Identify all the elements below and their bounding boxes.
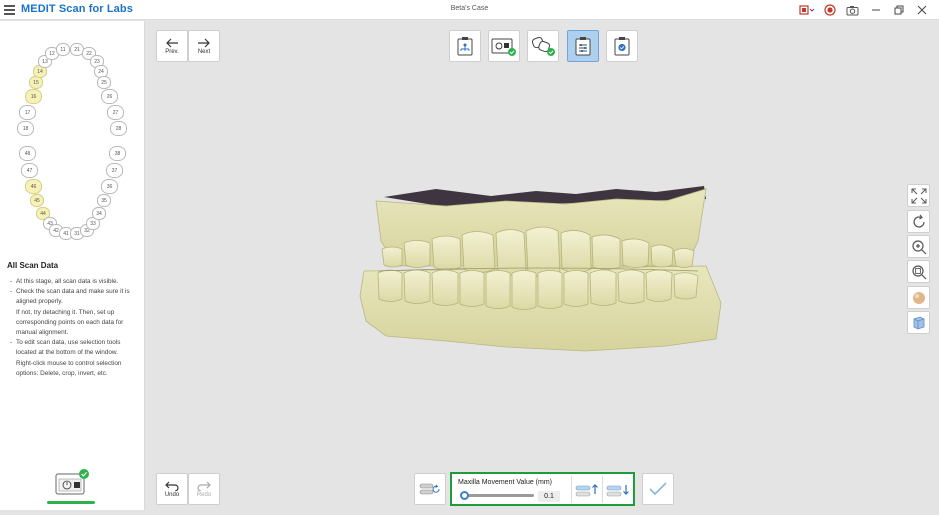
zoom-in-icon: [911, 239, 926, 254]
expand-icon: [911, 188, 926, 203]
tooth-37[interactable]: 37: [106, 163, 123, 178]
undo-icon: [165, 481, 179, 491]
tab-adjust[interactable]: [567, 30, 599, 62]
left-panel: 18 17 16 15 14 13 12 11 21 22 23 24 25 26 27 28 48 47 46 45…: [0, 21, 145, 510]
info-title: All Scan Data: [7, 261, 59, 270]
rotate-icon: [912, 214, 925, 228]
restore-icon[interactable]: [887, 3, 910, 17]
transparency-toggle-button[interactable]: [907, 311, 930, 334]
tooth-48[interactable]: 48: [19, 146, 36, 161]
next-label: Next: [197, 48, 211, 55]
info-item: To edit scan data, use selection tools l…: [10, 338, 138, 379]
screen-record-icon[interactable]: [795, 3, 818, 17]
tooth-47[interactable]: 47: [21, 163, 38, 178]
align-teeth-icon: [531, 36, 555, 56]
next-button[interactable]: Next: [188, 30, 220, 62]
info-list: At this stage, all scan data is visible.…: [10, 277, 138, 379]
apply-button[interactable]: [642, 473, 674, 505]
tooth-25[interactable]: 25: [97, 76, 111, 89]
close-icon[interactable]: [910, 3, 933, 17]
tooth-26[interactable]: 26: [101, 89, 118, 104]
movement-slider-track[interactable]: [460, 494, 534, 497]
tooth-16[interactable]: 16: [25, 89, 42, 104]
camera-icon[interactable]: [841, 3, 864, 17]
cube-icon: [913, 316, 924, 329]
stage-thumbnail[interactable]: [55, 469, 89, 495]
redo-icon: [197, 481, 211, 491]
texture-toggle-button[interactable]: [907, 286, 930, 309]
occlusion-analysis-button[interactable]: [414, 473, 446, 505]
redo-button[interactable]: Redo: [188, 473, 220, 505]
scan-viewport[interactable]: [146, 21, 939, 510]
movement-value[interactable]: 0.1: [538, 491, 560, 502]
prev-label: Prev.: [165, 48, 179, 55]
fit-view-button[interactable]: [907, 184, 930, 207]
reset-view-button[interactable]: [907, 210, 930, 233]
tooth-27[interactable]: 27: [107, 105, 124, 120]
arrow-left-icon: [166, 38, 178, 47]
stage-progress-bar: [47, 501, 95, 504]
minimize-icon[interactable]: [864, 3, 887, 17]
movement-label: Maxilla Movement Value (mm): [458, 479, 553, 486]
tooth-28[interactable]: 28: [110, 121, 127, 136]
zoom-area-icon: [911, 264, 926, 279]
tab-complete[interactable]: [606, 30, 638, 62]
prev-button[interactable]: Prev.: [156, 30, 188, 62]
tooth-18[interactable]: 18: [17, 121, 34, 136]
tooth-11[interactable]: 11: [56, 43, 70, 56]
move-maxilla-up-button[interactable]: [571, 476, 601, 503]
clipboard-check-icon: [614, 37, 630, 56]
tab-scan[interactable]: [488, 30, 520, 62]
title-bar: MEDIT Scan for Labs Beta's Case: [0, 0, 939, 20]
jaw-up-icon: [575, 483, 598, 496]
move-maxilla-down-button[interactable]: [602, 476, 632, 503]
window-controls: [795, 3, 933, 17]
info-item: At this stage, all scan data is visible.: [10, 277, 138, 287]
tab-align[interactable]: [527, 30, 559, 62]
sphere-icon: [912, 291, 925, 304]
movement-slider-thumb[interactable]: [460, 491, 470, 500]
tooth-34[interactable]: 34: [92, 207, 106, 220]
arrow-right-icon: [198, 38, 210, 47]
zoom-area-button[interactable]: [907, 260, 930, 283]
record-icon[interactable]: [818, 3, 841, 17]
undo-label: Undo: [164, 491, 180, 498]
redo-label: Redo: [196, 491, 212, 498]
sliders-clipboard-icon: [575, 37, 591, 56]
clipboard-tree-icon: [457, 37, 473, 56]
zoom-in-button[interactable]: [907, 235, 930, 258]
tooth-17[interactable]: 17: [19, 105, 36, 120]
jaw-refresh-icon: [419, 483, 440, 495]
tooth-45[interactable]: 45: [30, 194, 44, 207]
maxilla-movement-panel: Maxilla Movement Value (mm) 0.1: [450, 472, 635, 506]
jaw-scan-model[interactable]: [146, 21, 939, 510]
undo-button[interactable]: Undo: [156, 473, 188, 505]
scanner-check-icon: [491, 38, 516, 56]
info-item: Check the scan data and make sure it is …: [10, 287, 138, 338]
tooth-38[interactable]: 38: [109, 146, 126, 161]
tooth-46[interactable]: 46: [25, 179, 42, 194]
tab-case-info[interactable]: [449, 30, 481, 62]
tooth-36[interactable]: 36: [101, 179, 118, 194]
jaw-down-icon: [606, 484, 629, 496]
tooth-35[interactable]: 35: [97, 194, 111, 207]
checkmark-icon: [649, 482, 667, 496]
